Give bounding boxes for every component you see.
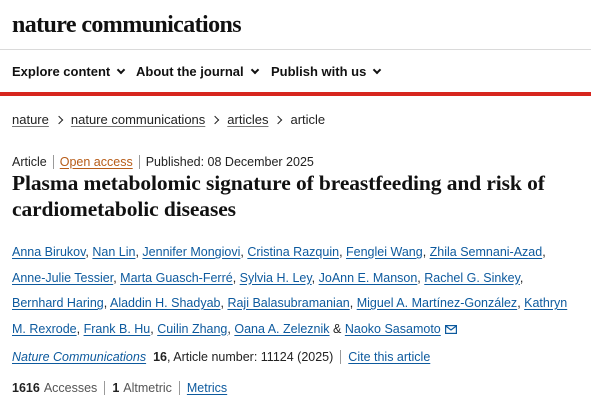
author-link[interactable]: JoAnn E. Manson	[319, 271, 418, 285]
author-link[interactable]: Jennifer Mongiovi	[142, 245, 240, 259]
chevron-right-icon	[54, 115, 64, 124]
author-link[interactable]: Anna Birukov	[12, 245, 85, 259]
article-title: Plasma metabolomic signature of breastfe…	[12, 171, 545, 221]
author-link[interactable]: Aladdin H. Shadyab	[110, 296, 221, 310]
author-link[interactable]: Nan Lin	[92, 245, 135, 259]
chevron-down-icon	[373, 65, 382, 74]
mail-icon[interactable]	[444, 324, 457, 334]
nav-explore-content[interactable]: Explore content	[12, 64, 126, 79]
divider	[178, 381, 180, 395]
breadcrumb-articles[interactable]: articles	[227, 112, 268, 127]
accesses-label: Accesses	[43, 381, 98, 395]
site-header: nature communications	[0, 0, 591, 50]
open-access-link[interactable]: Open access	[60, 155, 133, 169]
breadcrumb-nature-communications[interactable]: nature communications	[71, 112, 205, 127]
breadcrumb-nature[interactable]: nature	[12, 112, 49, 127]
divider	[104, 381, 106, 395]
author-link[interactable]: Frank B. Hu	[84, 322, 151, 336]
nav-publish-with-us[interactable]: Publish with us	[271, 64, 382, 79]
journal-logo[interactable]: nature communications	[12, 12, 242, 39]
main-nav: Explore content About the journal Publis…	[0, 50, 591, 96]
altmetric-count: 1	[112, 381, 120, 395]
chevron-down-icon	[250, 65, 259, 74]
chevron-right-icon	[211, 115, 220, 124]
citation-line: Nature Communications 16 , Article numbe…	[12, 350, 430, 364]
author-link[interactable]: Bernhard Haring	[12, 296, 104, 310]
author-link[interactable]: Sylvia H. Ley	[240, 271, 312, 285]
author-link[interactable]: Cristina Razquin	[247, 245, 339, 259]
author-link[interactable]: Marta Guasch-Ferré	[120, 271, 233, 285]
volume: 16	[153, 350, 167, 364]
author-link[interactable]: Naoko Sasamoto	[345, 322, 441, 336]
author-link[interactable]: Fenglei Wang	[346, 245, 423, 259]
article-meta: Article Open access Published: 08 Decemb…	[12, 155, 314, 169]
authors-joiner: &	[333, 321, 342, 336]
cite-this-article-link[interactable]: Cite this article	[348, 350, 430, 364]
nav-item-label: About the journal	[136, 64, 244, 79]
divider	[52, 155, 54, 169]
journal-link[interactable]: Nature Communications	[12, 350, 146, 364]
author-link[interactable]: Anne-Julie Tessier	[12, 271, 113, 285]
author-list: Anna Birukov, Nan Lin, Jennifer Mongiovi…	[12, 245, 568, 336]
author-link[interactable]: Oana A. Zeleznik	[234, 322, 329, 336]
author-link[interactable]: Rachel G. Sinkey	[424, 271, 520, 285]
breadcrumb-current: article	[290, 112, 326, 127]
author-link[interactable]: Raji Balasubramanian	[227, 296, 349, 310]
article-type: Article	[12, 155, 47, 169]
nav-about-the-journal[interactable]: About the journal	[136, 64, 259, 79]
breadcrumb: nature nature communications articles ar…	[12, 112, 325, 127]
chevron-down-icon	[117, 65, 126, 74]
nav-item-label: Explore content	[12, 64, 111, 79]
published-date: Published: 08 December 2025	[145, 155, 314, 169]
author-link[interactable]: Zhila Semnani-Azad	[430, 245, 543, 259]
article-metrics: 1616 Accesses 1 Altmetric Metrics	[12, 381, 227, 395]
author-link[interactable]: Cuilin Zhang	[157, 322, 227, 336]
chevron-right-icon	[274, 115, 283, 124]
divider	[138, 155, 140, 169]
divider	[340, 350, 342, 364]
accesses-count: 1616	[12, 381, 40, 395]
nav-item-label: Publish with us	[271, 64, 367, 79]
article-number: , Article number: 11124 (2025)	[167, 350, 334, 364]
metrics-link[interactable]: Metrics	[187, 381, 227, 395]
author-link[interactable]: Miguel A. Martínez-González	[357, 296, 518, 310]
altmetric-label: Altmetric	[123, 381, 172, 395]
